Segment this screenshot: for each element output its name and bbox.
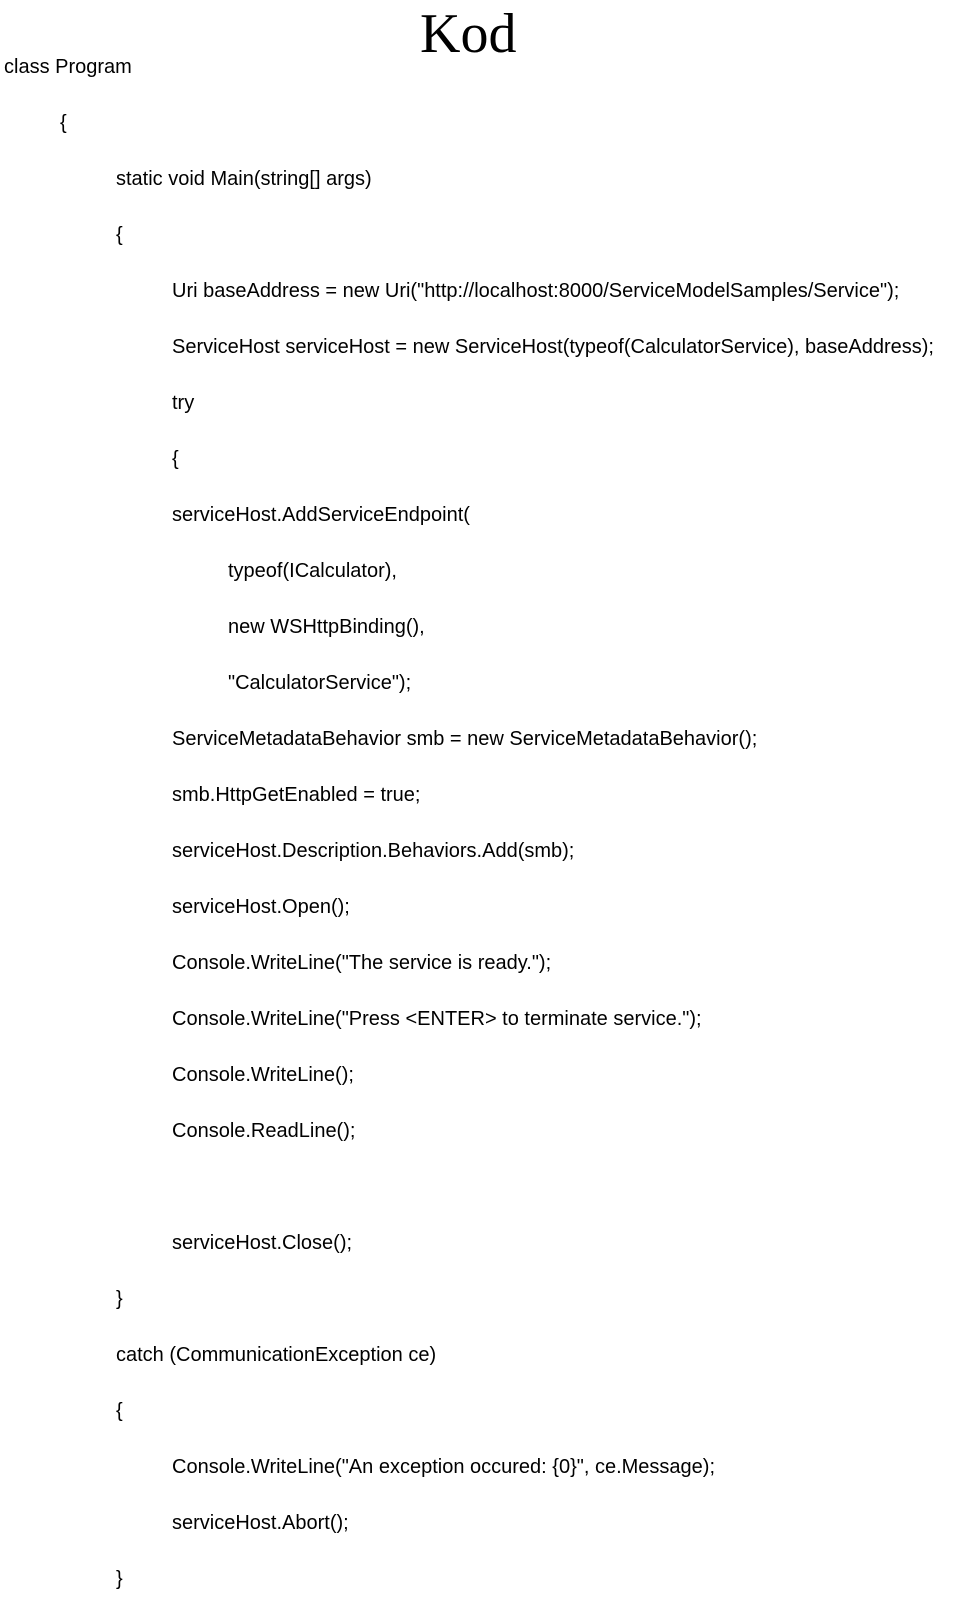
code-line: Console.WriteLine("Press <ENTER> to term… xyxy=(172,1005,934,1033)
code-line: { xyxy=(172,445,934,473)
code-line: typeof(ICalculator), xyxy=(228,557,934,585)
code-line: } xyxy=(116,1565,934,1593)
code-line: serviceHost.Description.Behaviors.Add(sm… xyxy=(172,837,934,865)
code-line: } xyxy=(116,1285,934,1313)
code-line: serviceHost.AddServiceEndpoint( xyxy=(172,501,934,529)
code-line: ServiceHost serviceHost = new ServiceHos… xyxy=(172,333,934,361)
code-line: Console.WriteLine("An exception occured:… xyxy=(172,1453,934,1481)
code-line: "CalculatorService"); xyxy=(228,669,934,697)
code-line: Console.WriteLine(); xyxy=(172,1061,934,1089)
code-line: serviceHost.Abort(); xyxy=(172,1509,934,1537)
code-line: { xyxy=(116,1397,934,1425)
code-line: Console.WriteLine("The service is ready.… xyxy=(172,949,934,977)
code-line: try xyxy=(172,389,934,417)
code-line: ServiceMetadataBehavior smb = new Servic… xyxy=(172,725,934,753)
code-line: Console.ReadLine(); xyxy=(172,1117,934,1145)
code-line: class Program xyxy=(4,53,934,81)
code-line: serviceHost.Open(); xyxy=(172,893,934,921)
blank-line xyxy=(4,1173,934,1201)
code-block: class Program { static void Main(string[… xyxy=(4,25,934,1606)
code-line: catch (CommunicationException ce) xyxy=(116,1341,934,1369)
code-line: { xyxy=(116,221,934,249)
code-line: new WSHttpBinding(), xyxy=(228,613,934,641)
code-line: Uri baseAddress = new Uri("http://localh… xyxy=(172,277,934,305)
code-line: smb.HttpGetEnabled = true; xyxy=(172,781,934,809)
code-line: serviceHost.Close(); xyxy=(172,1229,934,1257)
code-line: static void Main(string[] args) xyxy=(116,165,934,193)
code-line: { xyxy=(60,109,934,137)
